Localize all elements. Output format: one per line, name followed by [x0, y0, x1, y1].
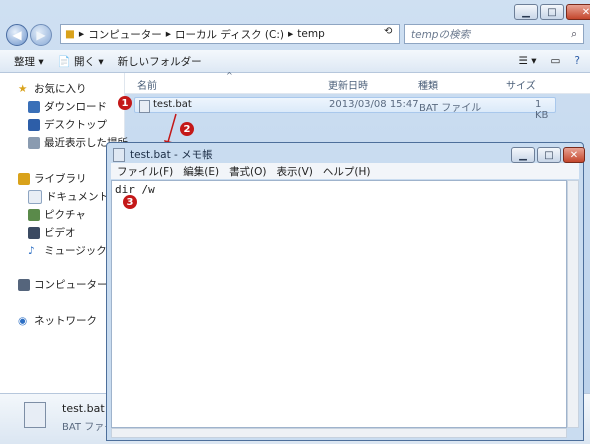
desktop-icon [28, 118, 40, 131]
bat-file-large-icon [24, 402, 46, 428]
computer-icon [18, 278, 30, 291]
recent-places-icon [28, 136, 40, 149]
column-date[interactable]: 更新日時 [328, 77, 368, 92]
menu-file[interactable]: ファイル(F) [117, 164, 173, 179]
address-bar[interactable]: ■ ▸ コンピューター ▸ ローカル ディスク (C:) ▸ temp [60, 24, 400, 44]
column-size[interactable]: サイズ [506, 77, 536, 92]
file-list-header: 名前 ^ 更新日時 種類 サイズ [125, 71, 590, 94]
file-size: 1 KB [535, 99, 549, 121]
help-icon[interactable]: ? [574, 55, 580, 67]
breadcrumb-sep: ▸ [165, 28, 171, 40]
views-icon[interactable]: ☰ ▾ [518, 55, 536, 67]
organize-button[interactable]: 整理 ▾ [14, 54, 44, 69]
notepad-maximize-button[interactable]: □ [537, 147, 561, 163]
vertical-scrollbar[interactable] [567, 180, 579, 428]
back-button[interactable]: ◀ [6, 24, 28, 46]
notepad-close-button[interactable]: ✕ [563, 147, 585, 163]
badge-3: 3 [123, 195, 137, 209]
breadcrumb-computer[interactable]: コンピューター [88, 27, 162, 42]
music-icon: ♪ [28, 244, 35, 257]
breadcrumb-local-disk[interactable]: ローカル ディスク (C:) [175, 27, 284, 42]
pictures-icon [28, 208, 40, 221]
notepad-minimize-button[interactable]: ▁ [511, 147, 535, 163]
breadcrumb-temp[interactable]: temp [297, 28, 324, 40]
videos-icon [28, 226, 40, 239]
new-folder-button[interactable]: 新しいフォルダー [118, 54, 202, 69]
notepad-title: test.bat - メモ帳 [113, 147, 213, 162]
notepad-window-controls: ▁ □ ✕ [509, 147, 585, 163]
nav-item-desktop[interactable]: デスクトップ [28, 117, 107, 132]
nav-item-music[interactable]: ♪ ミュージック [28, 243, 107, 258]
nav-computer[interactable]: コンピューター [18, 277, 108, 292]
library-icon [18, 172, 30, 185]
file-row[interactable]: test.bat 2013/03/08 15:47 BAT ファイル 1 KB [134, 97, 556, 121]
file-type: BAT ファイル [419, 103, 482, 114]
badge-1: 1 [118, 96, 132, 110]
nav-item-videos[interactable]: ビデオ [28, 225, 76, 240]
menu-help[interactable]: ヘルプ(H) [323, 164, 371, 179]
bat-file-icon [139, 100, 150, 113]
nav-network[interactable]: ◉ ネットワーク [18, 313, 97, 328]
breadcrumb-sep: ▸ [288, 28, 294, 40]
open-button[interactable]: 📄 開く ▾ [58, 54, 104, 69]
network-icon: ◉ [18, 314, 28, 327]
file-name: test.bat [153, 99, 192, 110]
badge-2: 2 [180, 122, 194, 136]
menu-view[interactable]: 表示(V) [277, 164, 313, 179]
close-button[interactable]: ✕ [566, 4, 590, 20]
notepad-menu-bar: ファイル(F) 編集(E) 書式(O) 表示(V) ヘルプ(H) [111, 163, 579, 179]
maximize-button[interactable]: □ [540, 4, 564, 20]
column-name[interactable]: 名前 [137, 77, 157, 92]
column-type[interactable]: 種類 [418, 77, 438, 92]
notepad-icon [113, 147, 125, 162]
details-file-name: test.bat [62, 402, 105, 415]
file-date: 2013/03/08 15:47 [329, 99, 419, 110]
breadcrumb-sep: ▸ [78, 28, 85, 40]
menu-edit[interactable]: 編集(E) [183, 164, 219, 179]
notepad-window: test.bat - メモ帳 ▁ □ ✕ ファイル(F) 編集(E) 書式(O)… [106, 142, 585, 441]
search-input[interactable]: tempの検索 ⌕ [404, 24, 584, 44]
nav-libraries[interactable]: ライブラリ [18, 171, 87, 186]
folder-icon: ■ [65, 28, 75, 40]
notepad-text-area[interactable]: dir /w [111, 180, 567, 428]
window-controls: ▁ □ ✕ [512, 4, 590, 20]
download-icon [28, 100, 40, 113]
documents-icon [28, 189, 42, 204]
nav-item-downloads[interactable]: ダウンロード [28, 99, 107, 114]
minimize-button[interactable]: ▁ [514, 4, 538, 20]
nav-favorites[interactable]: ★ お気に入り [18, 81, 87, 96]
nav-item-documents[interactable]: ドキュメント [28, 189, 109, 204]
forward-button[interactable]: ▶ [30, 24, 52, 46]
notepad-content: dir /w [115, 183, 155, 196]
menu-format[interactable]: 書式(O) [229, 164, 266, 179]
star-icon: ★ [18, 82, 28, 95]
search-icon[interactable]: ⌕ [571, 28, 577, 41]
horizontal-scrollbar[interactable] [111, 428, 567, 438]
sort-arrow-icon: ^ [226, 71, 233, 80]
refresh-icon[interactable]: ⟲ [384, 26, 392, 37]
command-bar: 整理 ▾ 📄 開く ▾ 新しいフォルダー ☰ ▾ ▭ ? [0, 50, 590, 73]
preview-pane-icon[interactable]: ▭ [551, 55, 561, 67]
nav-item-pictures[interactable]: ピクチャ [28, 207, 86, 222]
